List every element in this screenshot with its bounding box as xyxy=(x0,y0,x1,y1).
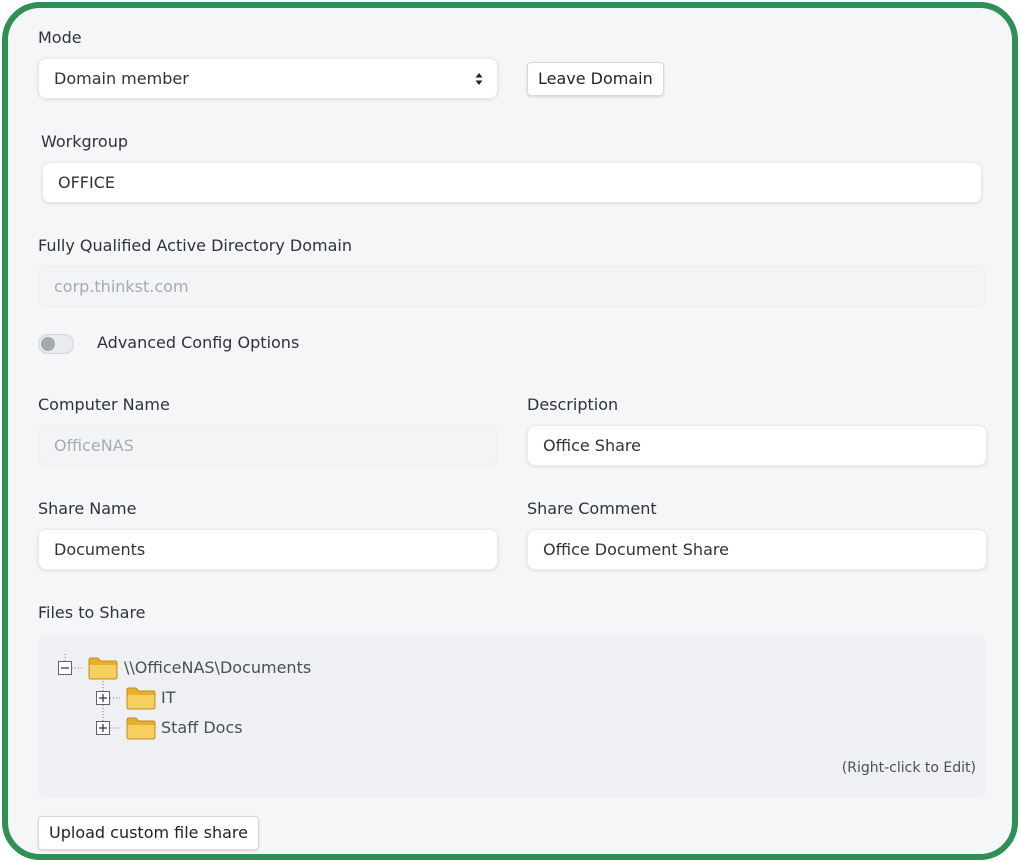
share-comment-input[interactable]: Office Document Share xyxy=(527,529,987,570)
files-to-share-label: Files to Share xyxy=(38,603,146,622)
file-tree[interactable]: \\OfficeNAS\Documents IT Staff Docs (Rig… xyxy=(38,636,986,798)
plus-box-icon[interactable] xyxy=(96,691,110,705)
share-comment-label: Share Comment xyxy=(527,499,657,518)
tree-root-label[interactable]: \\OfficeNAS\Documents xyxy=(124,658,311,677)
plus-box-icon[interactable] xyxy=(96,721,110,735)
right-click-hint: (Right-click to Edit) xyxy=(841,760,976,776)
settings-panel: Mode Domain member Leave Domain Workgrou… xyxy=(2,2,1018,860)
computer-name-input[interactable]: OfficeNAS xyxy=(38,425,498,466)
up-down-caret-icon xyxy=(475,73,483,85)
description-input[interactable]: Office Share xyxy=(527,425,987,466)
mode-label: Mode xyxy=(38,28,82,47)
ad-domain-label: Fully Qualified Active Directory Domain xyxy=(38,236,352,255)
advanced-config-toggle[interactable] xyxy=(38,334,74,354)
leave-domain-button[interactable]: Leave Domain xyxy=(527,62,664,96)
tree-child-label[interactable]: Staff Docs xyxy=(161,718,243,737)
ad-domain-input[interactable]: corp.thinkst.com xyxy=(38,266,986,307)
mode-selected-value: Domain member xyxy=(54,69,189,88)
folder-icon xyxy=(126,687,156,710)
description-label: Description xyxy=(527,395,619,414)
minus-box-icon[interactable] xyxy=(58,661,72,675)
mode-select[interactable]: Domain member xyxy=(38,58,498,99)
share-name-label: Share Name xyxy=(38,499,137,518)
folder-icon xyxy=(126,717,156,740)
toggle-knob xyxy=(41,337,55,351)
workgroup-label: Workgroup xyxy=(41,132,128,151)
computer-name-label: Computer Name xyxy=(38,395,170,414)
tree-child-label[interactable]: IT xyxy=(161,688,176,707)
advanced-config-label: Advanced Config Options xyxy=(97,333,300,352)
workgroup-input[interactable]: OFFICE xyxy=(42,162,982,203)
share-name-input[interactable]: Documents xyxy=(38,529,498,570)
upload-file-share-button[interactable]: Upload custom file share xyxy=(38,816,259,850)
folder-icon xyxy=(88,657,118,680)
